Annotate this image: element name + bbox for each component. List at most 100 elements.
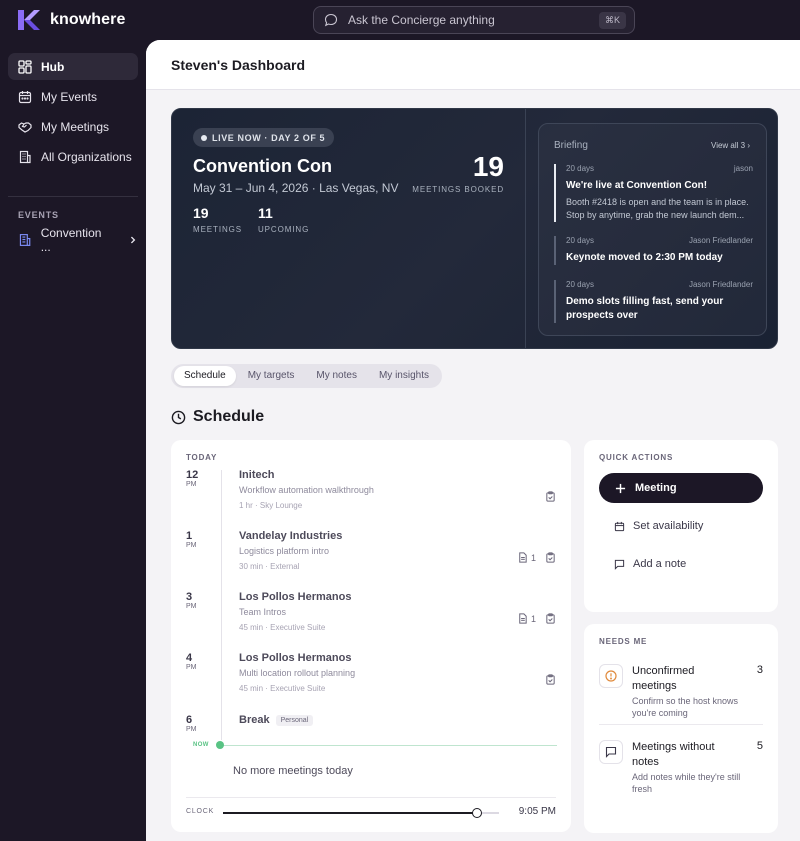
concierge-search[interactable]: ⌘K [313, 6, 635, 34]
briefing-age: 20 days [566, 280, 595, 289]
stat-label: MEETINGS [193, 225, 242, 234]
now-indicator-line [220, 745, 557, 746]
schedule-title: Schedule [193, 408, 265, 425]
briefing-item[interactable]: 20 days Jason Friedlander Demo slots fil… [554, 280, 753, 323]
notes-count-value: 1 [530, 552, 536, 563]
set-availability-button[interactable]: Set availability [614, 517, 703, 535]
plus-icon [615, 483, 626, 493]
timeline-line [221, 470, 222, 740]
sidebar-event-convention-con[interactable]: Convention ... [8, 226, 138, 254]
event-dates: May 31 – Jun 4, 2026 · Las Vegas, NV [193, 181, 399, 195]
clock-label: CLOCK [186, 808, 215, 815]
needs-me-card: NEEDS ME Unconfirmed meetings 3 Confirm … [584, 624, 778, 833]
slot-hour: 3 [186, 591, 193, 603]
message-icon [614, 559, 625, 570]
app-logo[interactable]: knowhere [16, 8, 126, 32]
clipboard-check-icon[interactable] [545, 491, 556, 502]
notes-count[interactable]: 1 [517, 613, 536, 624]
clock-slider-fill [223, 812, 477, 814]
sidebar-item-my-meetings[interactable]: My Meetings [8, 113, 138, 140]
briefing-item[interactable]: 20 days Jason Friedlander Keynote moved … [554, 236, 753, 265]
empty-schedule-message: No more meetings today [233, 765, 353, 777]
briefing-view-all-link[interactable]: View all 3 › [711, 141, 750, 150]
set-availability-label: Set availability [633, 520, 704, 532]
notes-count[interactable]: 1 [517, 552, 536, 563]
sidebar-section-events: EVENTS [18, 210, 59, 220]
stat-upcoming: 11 UPCOMING [258, 205, 309, 234]
need-title: Meetings without notes [632, 741, 715, 768]
calendar-icon [18, 90, 32, 103]
document-icon [519, 552, 527, 563]
main-header: Steven's Dashboard [146, 40, 800, 90]
clipboard-check-icon[interactable] [545, 674, 556, 685]
tab-schedule[interactable]: Schedule [174, 366, 236, 386]
need-icon-box [599, 740, 623, 764]
hub-icon [18, 59, 32, 74]
building-icon [19, 150, 31, 163]
add-note-label: Add a note [633, 558, 687, 570]
needs-item-without-notes[interactable]: Meetings without notes 5 Add notes while… [599, 740, 763, 796]
needs-divider [599, 724, 763, 725]
slot-subtitle: Multi location rollout planning [239, 668, 356, 678]
handshake-icon [18, 121, 32, 133]
event-name: Convention Con [193, 156, 332, 176]
briefing-item[interactable]: 20 days jason We're live at Convention C… [554, 164, 753, 222]
clock-slider-thumb[interactable] [471, 808, 482, 818]
sidebar-item-hub[interactable]: Hub [8, 53, 138, 80]
need-count: 3 [756, 664, 763, 676]
slot-title: Break Personal [239, 714, 314, 726]
meetings-booked-count: 19 [472, 151, 504, 182]
tab-my-targets[interactable]: My targets [238, 366, 305, 386]
slot-actions: 1 [517, 613, 556, 624]
sidebar-item-all-organizations[interactable]: All Organizations [8, 143, 138, 170]
message-icon [605, 746, 617, 758]
slot-actions [545, 491, 556, 502]
slot-subtitle: Workflow automation walkthrough [239, 485, 374, 495]
clock-divider [186, 797, 556, 798]
live-status-label: LIVE NOW · DAY 2 OF 5 [212, 132, 326, 143]
briefing-age: 20 days [566, 164, 595, 173]
add-note-button[interactable]: Add a note [614, 555, 686, 573]
sidebar-item-label: Hub [41, 59, 65, 74]
concierge-search-input[interactable] [348, 13, 599, 27]
sidebar-item-my-events[interactable]: My Events [8, 83, 138, 110]
clipboard-check-icon[interactable] [545, 552, 556, 563]
schedule-day-label: TODAY [186, 453, 218, 462]
briefing-headline: Keynote moved to 2:30 PM today [566, 252, 723, 263]
clipboard-check-icon[interactable] [545, 613, 556, 624]
need-subtitle: Confirm so the host knows you're coming [632, 696, 739, 718]
tab-my-notes[interactable]: My notes [306, 366, 367, 386]
event-hero-card: LIVE NOW · DAY 2 OF 5 Convention Con May… [171, 108, 778, 349]
clock-slider[interactable] [223, 808, 499, 818]
need-title: Unconfirmed meetings [632, 665, 695, 692]
needs-item-unconfirmed[interactable]: Unconfirmed meetings 3 Confirm so the ho… [599, 664, 763, 720]
briefing-author: jason [733, 164, 753, 173]
view-all-label: View all 3 [711, 141, 746, 150]
slot-title: Initech [239, 469, 275, 481]
slot-ampm: PM [186, 481, 197, 488]
briefing-headline: Demo slots filling fast, send your prosp… [566, 296, 724, 321]
main-panel: Steven's Dashboard LIVE NOW · DAY 2 OF 5… [146, 40, 800, 841]
briefing-title: Briefing [554, 140, 588, 151]
briefing-meta: 20 days Jason Friedlander [566, 236, 753, 245]
notes-count-value: 1 [530, 613, 536, 624]
slot-title: Los Pollos Hermanos [239, 591, 352, 603]
slot-ampm: PM [186, 542, 197, 549]
sidebar-event-label: Convention ... [40, 226, 102, 254]
slot-ampm: PM [186, 603, 197, 610]
dashboard-tabs: Schedule My targets My notes My insights [171, 364, 442, 388]
schedule-card: TODAY 12 PM Initech Workflow automation … [171, 440, 571, 832]
need-subtitle: Add notes while they're still fresh [632, 772, 741, 794]
slot-hour: 12 [186, 469, 199, 481]
new-meeting-button[interactable]: Meeting [599, 473, 763, 503]
tab-my-insights[interactable]: My insights [369, 366, 439, 386]
slot-hour: 6 [186, 714, 193, 726]
quick-actions-label: QUICK ACTIONS [599, 453, 674, 462]
now-indicator-dot [216, 741, 224, 749]
chevron-right-icon [131, 236, 136, 244]
clock-time: 9:05 PM [518, 806, 556, 817]
slot-meta: 1 hr · Sky Lounge [239, 501, 303, 510]
document-icon [519, 613, 527, 624]
briefing-author: Jason Friedlander [688, 280, 753, 289]
now-label: NOW [193, 742, 209, 748]
